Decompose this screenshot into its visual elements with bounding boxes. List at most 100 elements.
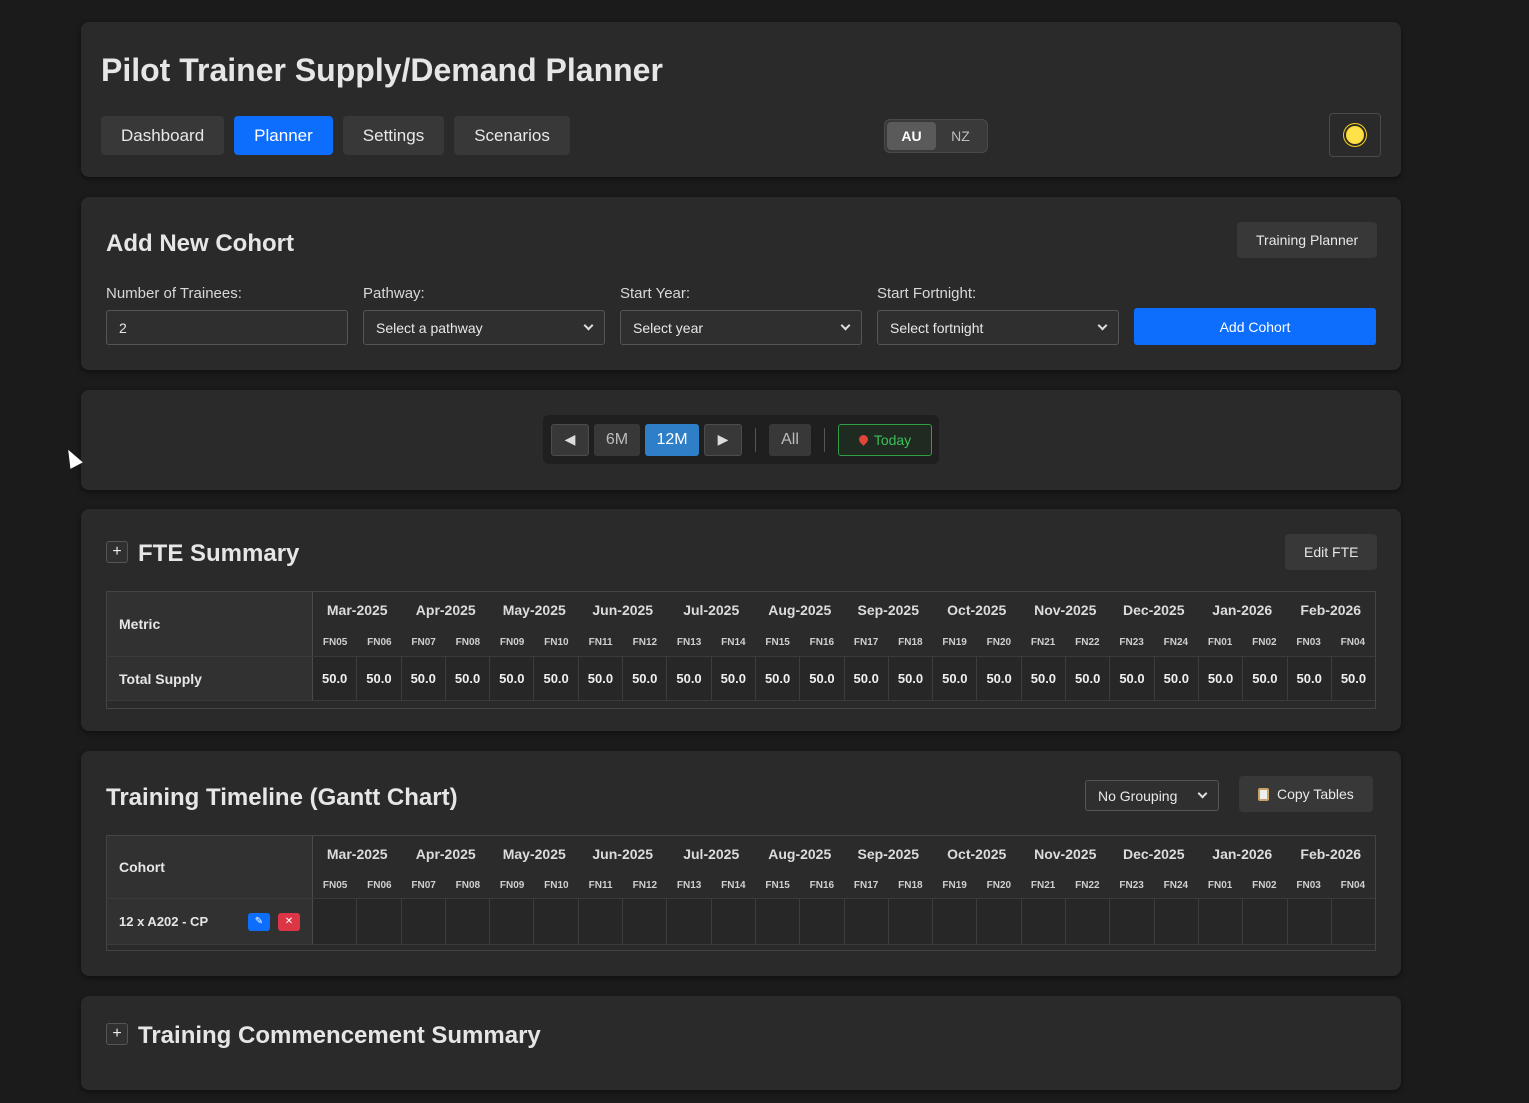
- twelve-month-button[interactable]: 12M: [645, 423, 699, 456]
- fortnight-header: FN06: [367, 879, 392, 891]
- timeline-cell[interactable]: [579, 899, 624, 944]
- tab-settings[interactable]: Settings: [342, 116, 445, 155]
- grouping-select[interactable]: No Grouping: [1085, 780, 1219, 811]
- timeline-cell[interactable]: [667, 899, 712, 944]
- fortnight-header: FN01: [1207, 636, 1233, 648]
- fortnight-header: FN13: [676, 879, 702, 891]
- table-cell: 50.0: [1066, 657, 1111, 700]
- month-header: Jan-2026: [1212, 846, 1273, 862]
- timeline-cell[interactable]: [1155, 899, 1199, 944]
- fortnight-header: FN17: [853, 636, 879, 648]
- fortnight-header: FN20: [986, 879, 1012, 891]
- table-row: Total Supply 50.0 50.0 50.0 50.0 50.0 50.0 50.…: [107, 656, 1375, 700]
- table-cell: 50.0: [490, 657, 535, 700]
- tab-scenarios[interactable]: Scenarios: [454, 116, 570, 155]
- timeline-cell[interactable]: [712, 899, 756, 944]
- timeline-cell[interactable]: [1288, 899, 1332, 944]
- range-controls-card: ◀ 6M 12M ▶ All Today: [81, 390, 1401, 490]
- fortnight-header: FN02: [1252, 879, 1277, 891]
- timeline-cell[interactable]: [889, 899, 934, 944]
- fortnight-header: FN01: [1207, 879, 1233, 891]
- timeline-cell[interactable]: [756, 899, 801, 944]
- region-nz-button[interactable]: NZ: [936, 122, 985, 150]
- chevron-down-icon: [583, 320, 594, 331]
- timeline-cell[interactable]: [357, 899, 402, 944]
- timeline-cell[interactable]: [490, 899, 535, 944]
- tab-planner[interactable]: Planner: [234, 116, 333, 155]
- month-header: Sep-2025: [857, 602, 919, 618]
- table-scrollbar[interactable]: [107, 700, 1375, 708]
- table-cell: 50.0: [623, 657, 668, 700]
- timeline-cell[interactable]: [800, 899, 845, 944]
- fortnight-header: FN10: [544, 636, 569, 648]
- fte-expand-button[interactable]: +: [106, 541, 128, 563]
- trainees-input[interactable]: 2: [106, 310, 348, 345]
- start-year-select[interactable]: Select year: [620, 310, 862, 345]
- region-au-button[interactable]: AU: [887, 122, 936, 150]
- month-header: Jan-2026: [1212, 602, 1273, 618]
- today-button[interactable]: Today: [838, 423, 932, 456]
- chevron-down-icon: [1097, 320, 1108, 331]
- fortnight-header: FN06: [367, 636, 392, 648]
- timeline-cell[interactable]: [402, 899, 446, 944]
- start-fortnight-select[interactable]: Select fortnight: [877, 310, 1119, 345]
- fortnight-header: FN09: [499, 636, 525, 648]
- prev-range-button[interactable]: ◀: [551, 423, 589, 456]
- timeline-cell[interactable]: [534, 899, 579, 944]
- table-cell: 50.0: [1022, 657, 1067, 700]
- timeline-cell[interactable]: [845, 899, 889, 944]
- table-cell: 50.0: [313, 657, 358, 700]
- timeline-cell[interactable]: [313, 899, 358, 944]
- timeline-cell[interactable]: [1332, 899, 1375, 944]
- six-month-button[interactable]: 6M: [594, 423, 640, 456]
- timeline-cell[interactable]: [977, 899, 1022, 944]
- timeline-cell[interactable]: [933, 899, 978, 944]
- table-cell: 50.0: [534, 657, 579, 700]
- edit-fte-button[interactable]: Edit FTE: [1285, 534, 1378, 570]
- fortnight-header: FN07: [411, 879, 436, 891]
- all-range-button[interactable]: All: [769, 423, 811, 456]
- trainees-value: 2: [119, 319, 127, 336]
- fortnight-header-row: FN05 FN06 FN07 FN08 FN09 FN10 FN11 FN12 FN13 FN14…: [313, 628, 1375, 656]
- copy-tables-button[interactable]: Copy Tables: [1239, 776, 1373, 812]
- add-cohort-button[interactable]: Add Cohort: [1134, 308, 1376, 345]
- month-header: Feb-2026: [1300, 846, 1362, 862]
- month-header: Oct-2025: [947, 602, 1007, 618]
- timeline-cell[interactable]: [1066, 899, 1111, 944]
- table-cell: 50.0: [667, 657, 712, 700]
- timeline-cell[interactable]: [1199, 899, 1244, 944]
- timeline-cell[interactable]: [1243, 899, 1288, 944]
- fortnight-header: FN14: [721, 879, 746, 891]
- header-card: Pilot Trainer Supply/Demand Planner Dash…: [81, 22, 1401, 177]
- chevron-down-icon: [1197, 788, 1208, 799]
- fortnight-header: FN23: [1119, 879, 1144, 891]
- pathway-select[interactable]: Select a pathway: [363, 310, 605, 345]
- mouse-cursor-icon: [62, 446, 83, 469]
- table-cell: 50.0: [1199, 657, 1244, 700]
- timeline-cell[interactable]: [1022, 899, 1067, 944]
- timeline-cell[interactable]: [1110, 899, 1155, 944]
- tab-dashboard[interactable]: Dashboard: [101, 116, 225, 155]
- fortnight-header: FN04: [1340, 636, 1366, 648]
- delete-cohort-button[interactable]: ✕: [278, 912, 300, 931]
- timeline-cell[interactable]: [446, 899, 491, 944]
- table-cell: 50.0: [712, 657, 756, 700]
- fortnight-header: FN18: [898, 636, 923, 648]
- month-header: Dec-2025: [1123, 846, 1185, 862]
- theme-toggle-button[interactable]: [1329, 113, 1381, 157]
- fortnight-header: FN04: [1340, 879, 1366, 891]
- table-row: 12 x A202 - CP ✎ ✕: [107, 898, 1375, 944]
- grouping-value: No Grouping: [1098, 787, 1178, 804]
- trainees-label: Number of Trainees:: [106, 285, 242, 302]
- fortnight-header-row: FN05 FN06 FN07 FN08 FN09 FN10 FN11 FN12 FN13 FN14…: [313, 872, 1375, 898]
- metric-column-header: Metric: [107, 592, 313, 656]
- start-fortnight-label: Start Fortnight:: [877, 285, 977, 302]
- timeline-cell[interactable]: [623, 899, 668, 944]
- training-planner-button[interactable]: Training Planner: [1237, 222, 1378, 258]
- commencement-expand-button[interactable]: +: [106, 1023, 128, 1045]
- table-scrollbar[interactable]: [107, 944, 1375, 950]
- edit-cohort-button[interactable]: ✎: [248, 912, 270, 931]
- month-header: May-2025: [502, 846, 566, 862]
- next-range-button[interactable]: ▶: [704, 423, 742, 456]
- month-header: Mar-2025: [326, 602, 388, 618]
